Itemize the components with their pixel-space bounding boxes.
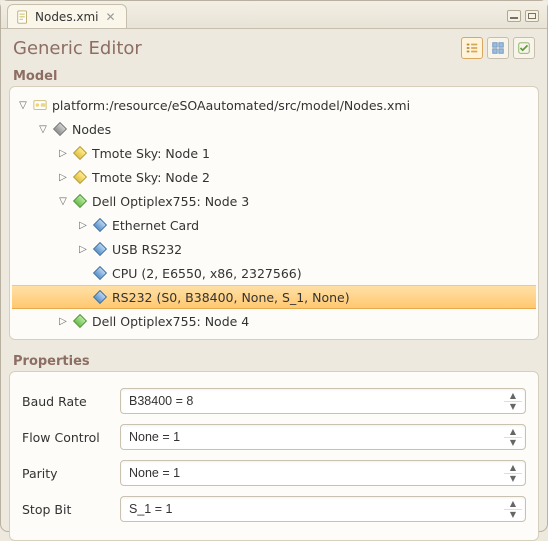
tree-node-1[interactable]: ▷ Tmote Sky: Node 1 (12, 141, 536, 165)
tree-label: Ethernet Card (112, 218, 199, 233)
diamond-icon (72, 172, 88, 182)
editor-title: Generic Editor (13, 38, 142, 59)
stepper-icon[interactable]: ▲▼ (504, 498, 522, 520)
tree-label: Tmote Sky: Node 2 (92, 170, 210, 185)
tree-ethernet[interactable]: ▷ Ethernet Card (12, 213, 536, 237)
tree-label: Dell Optiplex755: Node 4 (92, 314, 249, 329)
baud-rate-field[interactable]: ▲▼ (120, 388, 526, 414)
expand-toggle[interactable]: ▷ (56, 148, 70, 159)
tree-label: CPU (2, E6550, x86, 2327566) (112, 266, 302, 281)
parity-input[interactable] (120, 460, 526, 486)
tree-rs232[interactable]: RS232 (S0, B38400, None, S_1, None) (12, 285, 536, 309)
stop-bit-field[interactable]: ▲▼ (120, 496, 526, 522)
tab-nodes-xmi[interactable]: Nodes.xmi ✕ (7, 4, 127, 28)
minimize-button[interactable] (507, 10, 521, 22)
stop-bit-label: Stop Bit (22, 502, 112, 517)
file-icon (16, 10, 30, 24)
baud-rate-input[interactable] (120, 388, 526, 414)
expand-toggle[interactable]: ▽ (56, 196, 70, 207)
expand-toggle[interactable]: ▷ (76, 244, 90, 255)
properties-section: Properties Baud Rate ▲▼ Flow Control ▲▼ … (9, 350, 539, 541)
tree-label: RS232 (S0, B38400, None, S_1, None) (112, 290, 350, 305)
tree-label: Dell Optiplex755: Node 3 (92, 194, 249, 209)
editor-header: Generic Editor (1, 29, 547, 65)
tab-bar: Nodes.xmi ✕ (1, 1, 547, 29)
tab-title: Nodes.xmi (35, 10, 99, 24)
view-grid-button[interactable] (487, 37, 509, 59)
maximize-button[interactable] (525, 10, 539, 22)
flow-control-field[interactable]: ▲▼ (120, 424, 526, 450)
diamond-icon (72, 148, 88, 158)
diamond-icon (92, 244, 108, 254)
expand-toggle[interactable]: ▷ (56, 316, 70, 327)
expand-toggle[interactable]: ▽ (16, 100, 30, 111)
close-icon[interactable]: ✕ (104, 10, 116, 24)
tree-usb-rs232[interactable]: ▷ USB RS232 (12, 237, 536, 261)
validate-button[interactable] (513, 37, 535, 59)
tree-node-4[interactable]: ▷ Dell Optiplex755: Node 4 (12, 309, 536, 333)
parity-field[interactable]: ▲▼ (120, 460, 526, 486)
model-tree[interactable]: ▽ platform:/resource/eSOAautomated/src/m… (9, 86, 539, 340)
diamond-icon (92, 268, 108, 278)
stop-bit-input[interactable] (120, 496, 526, 522)
diamond-icon (92, 292, 108, 302)
tree-node-2[interactable]: ▷ Tmote Sky: Node 2 (12, 165, 536, 189)
stepper-icon[interactable]: ▲▼ (504, 426, 522, 448)
tree-label: Nodes (72, 122, 111, 137)
tree-label: Tmote Sky: Node 1 (92, 146, 210, 161)
properties-form: Baud Rate ▲▼ Flow Control ▲▼ Parity ▲▼ S… (9, 371, 539, 541)
expand-toggle[interactable]: ▷ (56, 172, 70, 183)
tree-cpu[interactable]: CPU (2, E6550, x86, 2327566) (12, 261, 536, 285)
tree-node-3[interactable]: ▽ Dell Optiplex755: Node 3 (12, 189, 536, 213)
window-controls (507, 10, 547, 28)
view-tree-button[interactable] (461, 37, 483, 59)
diamond-icon (92, 220, 108, 230)
diamond-icon (52, 124, 68, 134)
stepper-icon[interactable]: ▲▼ (504, 462, 522, 484)
expand-toggle[interactable]: ▷ (76, 220, 90, 231)
tree-nodes[interactable]: ▽ Nodes (12, 117, 536, 141)
resource-icon (32, 98, 48, 112)
flow-control-label: Flow Control (22, 430, 112, 445)
expand-toggle[interactable]: ▽ (36, 124, 50, 135)
stepper-icon[interactable]: ▲▼ (504, 390, 522, 412)
tree-label: platform:/resource/eSOAautomated/src/mod… (52, 98, 410, 113)
baud-rate-label: Baud Rate (22, 394, 112, 409)
diamond-icon (72, 316, 88, 326)
tree-label: USB RS232 (112, 242, 182, 257)
tree-root[interactable]: ▽ platform:/resource/eSOAautomated/src/m… (12, 93, 536, 117)
diamond-icon (72, 196, 88, 206)
properties-header: Properties (9, 350, 539, 371)
model-header: Model (9, 65, 539, 86)
parity-label: Parity (22, 466, 112, 481)
flow-control-input[interactable] (120, 424, 526, 450)
model-section: Model ▽ platform:/resource/eSOAautomated… (9, 65, 539, 340)
toolbar (461, 37, 535, 59)
